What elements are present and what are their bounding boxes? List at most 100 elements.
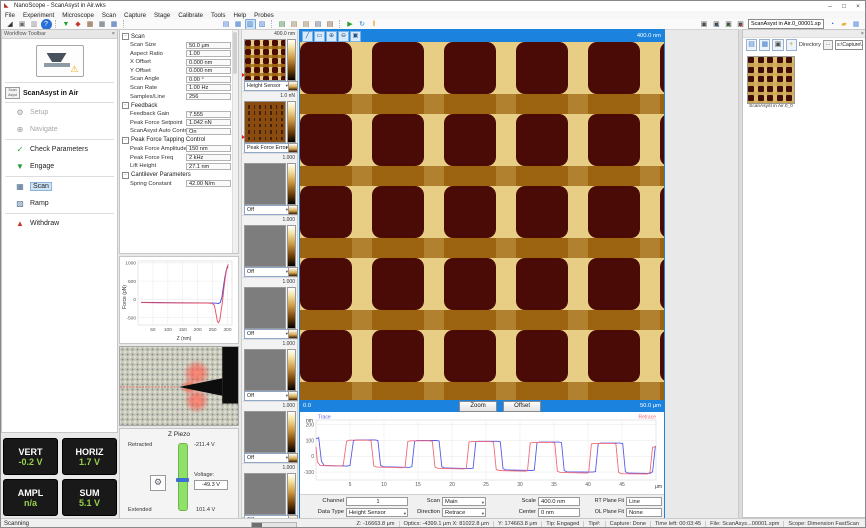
workflow-item-check-parameters[interactable]: ✓Check Parameters [2,141,117,158]
param-value[interactable]: 0.000 nm [186,67,231,74]
menu-help[interactable]: Help [229,12,250,19]
param-value[interactable]: 42.00 N/m [186,180,231,187]
layout-single-icon[interactable]: ▤ [221,19,232,30]
zoom-out-tool-icon[interactable]: ⊖ [338,31,349,42]
param-value[interactable]: On [186,128,231,135]
channel-input[interactable]: 1 [346,497,408,506]
channel-thumbnail[interactable] [244,39,286,81]
start-scan-icon[interactable]: ▶ [345,19,356,30]
menu-file[interactable]: File [1,12,19,19]
channel-colorscale-button[interactable] [288,205,298,215]
help-icon[interactable]: ? [41,19,52,30]
param-value[interactable]: 7.555 [186,111,231,118]
capture-folder-icon[interactable]: ▰ [839,19,850,30]
refresh-icon[interactable]: ↻ [357,19,368,30]
directory-field[interactable]: s:\Capture\ [835,40,863,50]
channel-colorscale-button[interactable] [288,143,298,153]
capture-filename-input[interactable] [748,19,824,29]
menu-probes[interactable]: Probes [250,12,278,19]
data-window-icon[interactable]: ▤ [313,19,324,30]
ol-plane-fit-input[interactable]: None [626,508,662,517]
data-type-select[interactable]: Height Sensor▾ [346,508,408,517]
zoom-in-tool-icon[interactable]: ⊕ [326,31,337,42]
afm-height-image[interactable] [300,42,664,400]
workflow-item-withdraw[interactable]: ▲Withdraw [2,215,117,232]
engage-icon[interactable]: ▼ [61,19,72,30]
workflow-close-icon[interactable]: × [112,31,115,37]
list-view-icon[interactable]: ▤ [746,39,757,51]
param-value[interactable]: 1.00 [186,50,231,57]
collapse-icon[interactable]: − [122,33,129,40]
parameter-scrollbar[interactable] [232,30,238,253]
capture-image-icon[interactable]: ▣ [772,39,783,51]
channel-select[interactable]: Height Sensor▾ [244,81,290,91]
channel-thumbnail[interactable] [244,349,286,391]
param-value[interactable]: 0.000 nm [186,59,231,66]
line-tool-icon[interactable]: ╱ [302,31,313,42]
menu-stage[interactable]: Stage [150,12,174,19]
realtime-window-icon[interactable]: ▦ [85,19,96,30]
add-folder-icon[interactable]: + [786,39,797,51]
param-value[interactable]: 1.042 nN [186,119,231,126]
menu-capture[interactable]: Capture [120,12,150,19]
channel-select[interactable]: Off▾ [244,267,290,277]
menu-experiment[interactable]: Experiment [19,12,58,19]
capture-panel-close-icon[interactable]: × [861,31,866,37]
workflow-item-engage[interactable]: ▼Engage [2,158,117,175]
channel-colorscale-button[interactable] [288,267,298,277]
menu-tools[interactable]: Tools [207,12,229,19]
channel-thumbnail[interactable] [244,225,286,267]
channel-thumbnail[interactable] [244,473,286,515]
thumbnail-view-icon[interactable]: ▦ [759,39,770,51]
channel-select[interactable]: Off▾ [244,329,290,339]
zoom-button[interactable]: Zoom [459,401,497,412]
probe-setup-icon[interactable]: ◢ [5,19,16,30]
workflow-item-ramp[interactable]: ▨Ramp [2,195,117,212]
param-value[interactable]: 0.00 ° [186,76,231,83]
capture-timer-icon[interactable]: ◔ [827,19,838,30]
pause-icon[interactable]: ‖ [369,19,380,30]
z-piezo-settings-button[interactable]: ⚙ [150,475,166,491]
layout-grid-icon[interactable]: ▦ [233,19,244,30]
rt-plane-fit-input[interactable]: Line [626,497,662,506]
captured-file-thumbnail[interactable] [747,56,795,104]
channel-thumbnail[interactable] [244,411,286,453]
capture-abort-icon[interactable]: ▣× [735,19,746,30]
microscope-status-button[interactable]: ⚠ [36,45,84,77]
param-value[interactable]: 1.00 Hz [186,84,231,91]
menu-scan[interactable]: Scan [98,12,120,19]
workflow-item-navigate[interactable]: ⊕Navigate [2,121,117,138]
scope-window-icon[interactable]: ▤ [289,19,300,30]
direction-select[interactable]: Retrace▾ [442,508,486,517]
param-value[interactable]: 256 [186,93,231,100]
collapse-icon[interactable]: − [122,172,129,179]
channel-select[interactable]: Off▾ [244,453,290,463]
scan-select[interactable]: Main▾ [442,497,486,506]
layout-scan-icon[interactable]: ▥ [245,19,256,30]
channel-thumbnail[interactable] [244,163,286,205]
box-tool-icon[interactable]: ▭ [314,31,325,42]
xy-window-icon[interactable]: ▤ [301,19,312,30]
menu-calibrate[interactable]: Calibrate [174,12,207,19]
param-value[interactable]: 2 kHz [186,154,231,161]
param-value[interactable]: 27.1 nm [186,163,231,170]
maximize-button[interactable]: □ [837,3,851,10]
layout-ramp-icon[interactable]: ▨ [257,19,268,30]
browse-window-icon[interactable]: ▦ [109,19,120,30]
capture-rename-icon[interactable]: ▦ [851,19,862,30]
workflow-item-scan[interactable]: ▦Scan [2,178,117,195]
save-icon[interactable]: ▥ [29,19,40,30]
channel-colorscale-button[interactable] [288,329,298,339]
scale-input[interactable]: 400.0 nm [538,497,580,506]
withdraw-icon[interactable]: ◆ [73,19,84,30]
channel-select[interactable]: Off▾ [244,391,290,401]
channel-select[interactable]: Peak Force Error▾ [244,143,290,153]
measure-tool-icon[interactable]: ▣ [350,31,361,42]
param-value[interactable]: 50.0 μm [186,42,231,49]
close-button[interactable]: × [851,3,865,10]
capture-icon[interactable]: ▣ [699,19,710,30]
offline-window-icon[interactable]: ▦ [97,19,108,30]
channel-select[interactable]: Off▾ [244,205,290,215]
collapse-icon[interactable]: − [122,137,129,144]
center-input[interactable]: 0 nm [538,508,580,517]
